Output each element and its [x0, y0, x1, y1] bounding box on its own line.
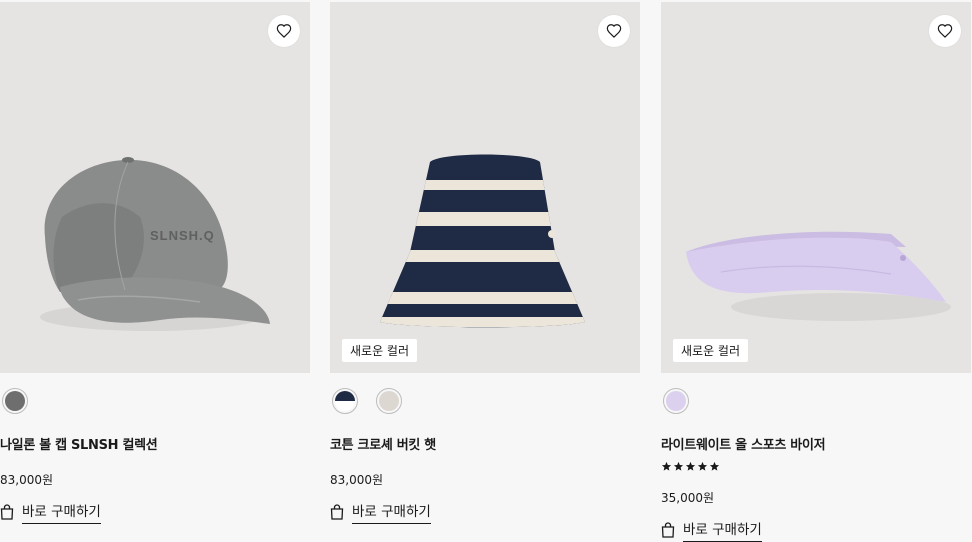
product-card[interactable]: 새로운 컬러 라이트웨이트 올 스포츠 바이저 35,000원 바로 구매하기 [661, 2, 971, 542]
shopping-bag-icon [330, 504, 344, 520]
heart-icon [606, 24, 622, 38]
buy-now-button[interactable]: 바로 구매하기 [661, 518, 971, 542]
star-icon [661, 461, 672, 471]
product-price: 35,000원 [661, 491, 715, 505]
shopping-bag-icon [661, 522, 675, 538]
color-swatch[interactable] [376, 388, 402, 414]
color-swatch[interactable] [2, 388, 28, 414]
favorite-button[interactable] [598, 15, 630, 47]
buy-now-label: 바로 구매하기 [352, 500, 431, 524]
swatch-color [379, 391, 399, 411]
color-swatches [330, 388, 640, 418]
color-swatches [0, 388, 310, 418]
product-card[interactable]: SLNSH.Q 나일론 볼 캡 SLNSH 컬렉션 83,000원 바로 구매하… [0, 2, 310, 524]
cap-print-layer: SLNSH.Q [150, 228, 215, 243]
cap-print-text: SLNSH.Q [150, 228, 215, 243]
product-price: 83,000원 [0, 473, 54, 487]
star-icon [709, 461, 720, 471]
heart-icon [276, 24, 292, 38]
buy-now-button[interactable]: 바로 구매하기 [0, 500, 310, 524]
product-image[interactable]: 새로운 컬러 [330, 2, 640, 373]
shopping-bag-icon [0, 504, 14, 520]
star-icon [673, 461, 684, 471]
product-image[interactable]: 새로운 컬러 [661, 2, 971, 373]
buy-now-button[interactable]: 바로 구매하기 [330, 500, 640, 524]
new-color-badge: 새로운 컬러 [673, 339, 749, 362]
product-name[interactable]: 라이트웨이트 올 스포츠 바이저 [661, 434, 971, 453]
heart-icon [937, 24, 953, 38]
bucket-hat-illustration [380, 154, 585, 328]
swatch-color [5, 391, 25, 411]
buy-now-label: 바로 구매하기 [683, 518, 762, 542]
product-price: 83,000원 [330, 473, 384, 487]
rating-stars [661, 461, 971, 473]
product-card[interactable]: 새로운 컬러 코튼 크로셰 버킷 햇 83,000원 바로 구매하기 [330, 2, 640, 524]
star-icon [685, 461, 696, 471]
product-name[interactable]: 나일론 볼 캡 SLNSH 컬렉션 [0, 434, 310, 453]
color-swatch[interactable] [332, 388, 358, 414]
product-image[interactable]: SLNSH.Q [0, 2, 310, 373]
star-icon [697, 461, 708, 471]
buy-now-label: 바로 구매하기 [22, 500, 101, 524]
color-swatches [661, 388, 971, 418]
new-color-badge: 새로운 컬러 [342, 339, 418, 362]
favorite-button[interactable] [929, 15, 961, 47]
favorite-button[interactable] [268, 15, 300, 47]
swatch-color [666, 391, 686, 411]
color-swatch[interactable] [663, 388, 689, 414]
visor-illustration [686, 231, 951, 321]
swatch-color [335, 391, 355, 411]
product-name[interactable]: 코튼 크로셰 버킷 햇 [330, 434, 640, 453]
